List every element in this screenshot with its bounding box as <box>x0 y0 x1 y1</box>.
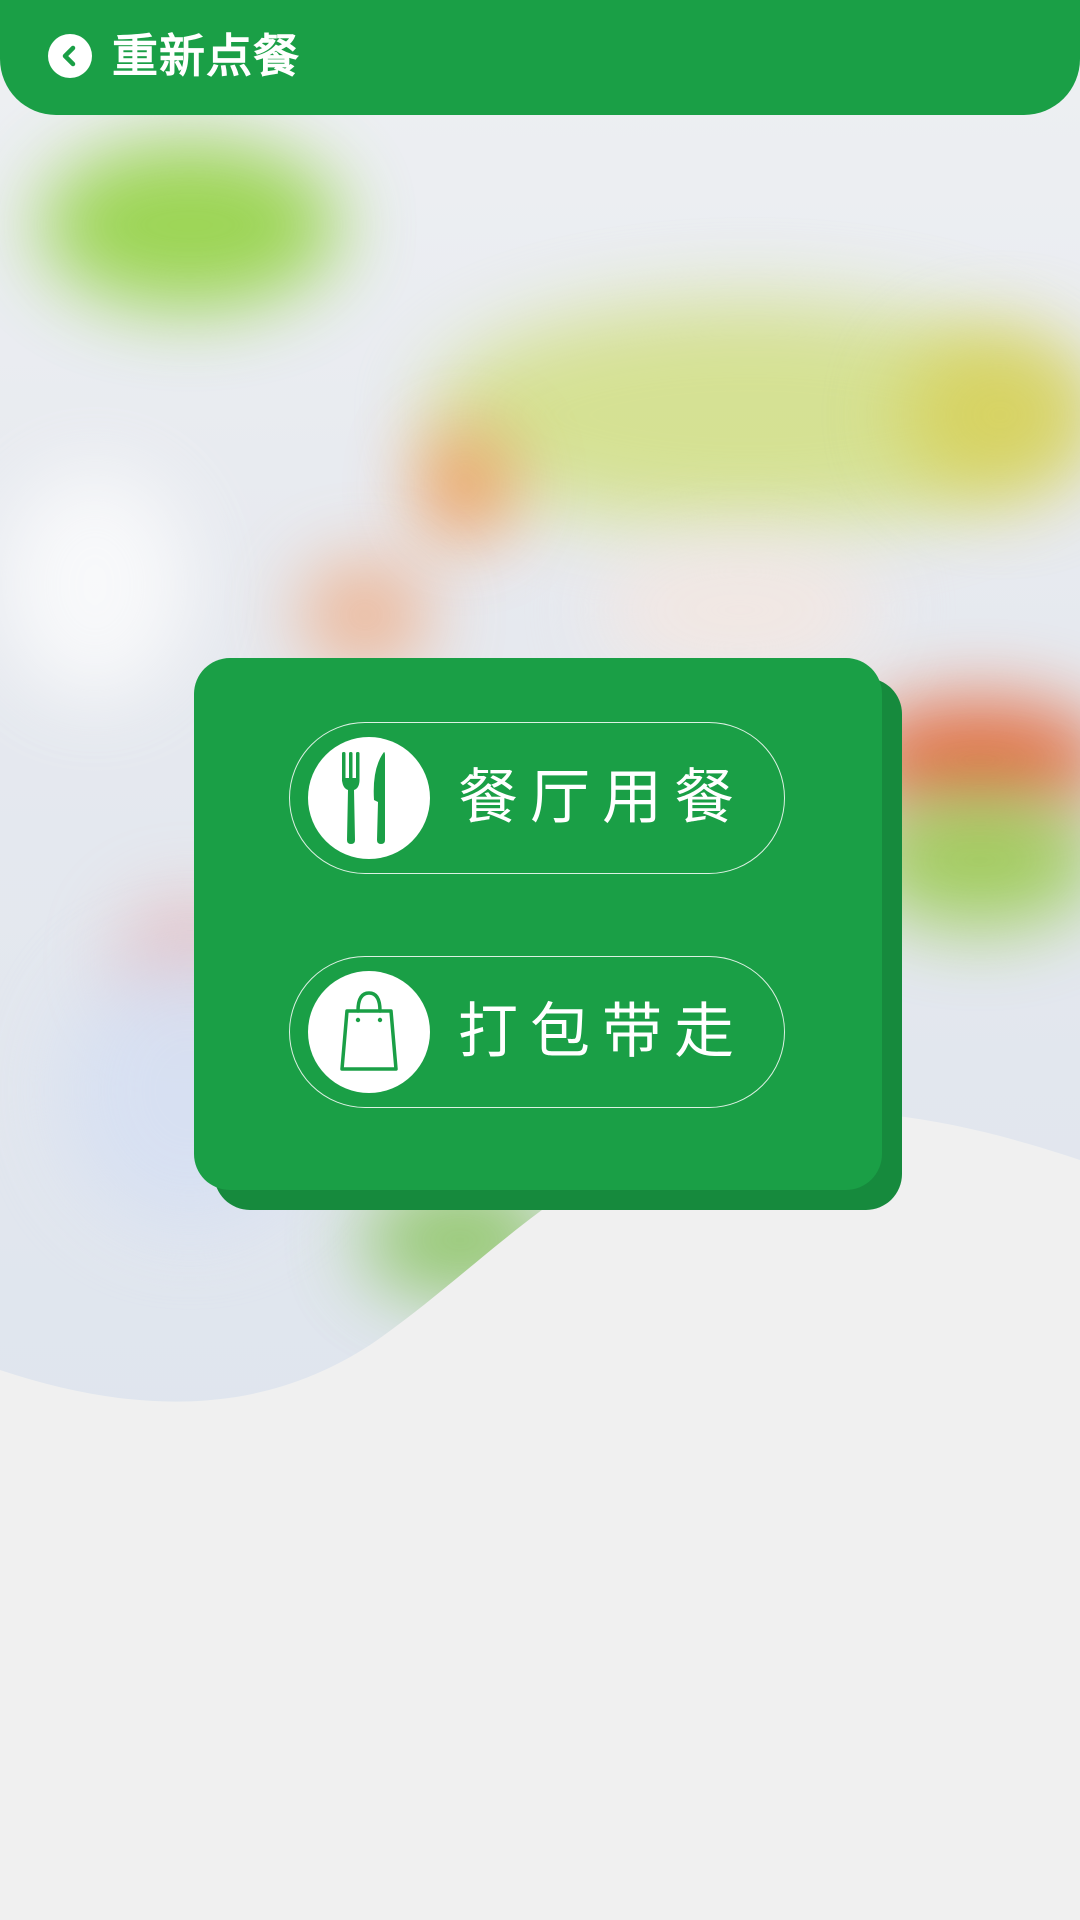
reorder-title[interactable]: 重新点餐 <box>112 24 300 88</box>
takeaway-label: 打包带走 <box>458 997 746 1067</box>
dine-in-icon-circle <box>308 737 430 859</box>
takeaway-button[interactable]: 打包带走 <box>289 956 785 1108</box>
fork-knife-icon <box>342 752 385 844</box>
dine-in-button[interactable]: 餐厅用餐 <box>289 722 785 874</box>
back-button[interactable] <box>48 34 92 78</box>
dining-choice-card: 餐厅用餐 打包带走 <box>194 658 882 1190</box>
shopping-bag-icon <box>340 991 398 1071</box>
dine-in-label: 餐厅用餐 <box>458 763 746 833</box>
chevron-left-icon <box>62 45 76 67</box>
top-bar: 重新点餐 <box>0 0 1080 115</box>
takeaway-icon-circle <box>308 971 430 1093</box>
